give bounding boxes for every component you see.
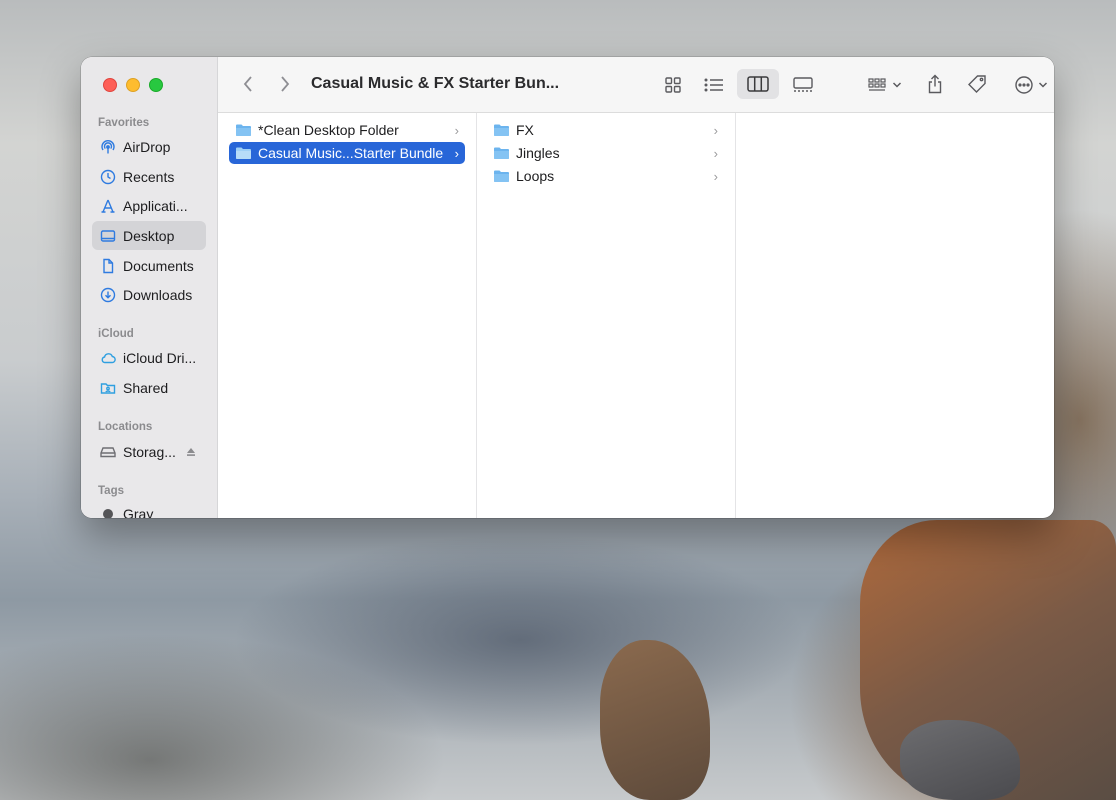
- column-browser: *Clean Desktop Folder › Casual Music...S…: [218, 113, 1054, 518]
- chevron-down-icon: [892, 82, 902, 88]
- column-2: FX › Jingles › Loops ›: [476, 113, 736, 518]
- document-icon: [103, 258, 114, 273]
- clock-icon: [100, 169, 116, 184]
- cloud-icon: [101, 352, 116, 363]
- toolbar: Casual Music & FX Starter Bun...: [218, 57, 1054, 113]
- applications-icon: [101, 199, 115, 213]
- icon-view-button[interactable]: [659, 71, 687, 99]
- tags-header: Tags: [98, 485, 124, 497]
- folder-name: Casual Music...Starter Bundle: [258, 145, 444, 161]
- gallery-icon: [793, 77, 813, 92]
- icloud-header: iCloud: [98, 328, 134, 340]
- chevron-right-icon: ›: [713, 145, 718, 161]
- locations-header: Locations: [98, 421, 153, 433]
- sidebar-item-label: Storag...: [123, 443, 176, 460]
- sidebar-item-label: Desktop: [123, 227, 175, 244]
- folder-row[interactable]: *Clean Desktop Folder ›: [229, 119, 465, 141]
- sidebar-item-applications[interactable]: Applicati...: [92, 191, 206, 220]
- sidebar-item-documents[interactable]: Documents: [92, 251, 206, 280]
- close-button[interactable]: [103, 78, 117, 92]
- folder-icon: [236, 147, 251, 159]
- shared-folder-icon: [100, 382, 116, 394]
- sidebar-item-label: AirDrop: [123, 138, 171, 155]
- tag-dot-icon: [103, 508, 113, 518]
- columns-icon: [747, 76, 769, 92]
- sidebar-item-tag-gray[interactable]: Gray: [92, 499, 206, 518]
- folder-name: FX: [516, 122, 534, 138]
- sidebar-item-shared[interactable]: Shared: [92, 373, 206, 402]
- folder-row[interactable]: Loops ›: [487, 165, 724, 187]
- sidebar-item-downloads[interactable]: Downloads: [92, 280, 206, 309]
- sidebar: Favorites AirDrop Recents Applicati... D…: [81, 57, 218, 518]
- group-by-button[interactable]: [864, 71, 906, 99]
- chevron-right-icon: [281, 76, 290, 92]
- more-icon: [1015, 76, 1033, 94]
- chevron-down-icon: [1038, 82, 1048, 88]
- share-button[interactable]: [922, 70, 948, 98]
- folder-row-selected[interactable]: Casual Music...Starter Bundle ›: [229, 142, 465, 164]
- chevron-right-icon: ›: [713, 122, 718, 138]
- folder-row[interactable]: FX ›: [487, 119, 724, 141]
- folder-icon: [236, 124, 251, 136]
- sidebar-item-label: Applicati...: [123, 197, 188, 214]
- list-view-button[interactable]: [700, 71, 728, 99]
- chevron-right-icon: ›: [713, 168, 718, 184]
- sidebar-item-storage[interactable]: Storag...: [92, 437, 206, 466]
- favorites-header: Favorites: [98, 117, 150, 129]
- chevron-right-icon: ›: [454, 122, 459, 138]
- chevron-right-icon: ›: [454, 145, 459, 161]
- sidebar-item-label: Recents: [123, 168, 175, 185]
- minimize-button[interactable]: [126, 78, 140, 92]
- folder-icon: [494, 124, 509, 136]
- gallery-view-button[interactable]: [788, 71, 818, 99]
- sidebar-item-label: Documents: [123, 257, 194, 274]
- sidebar-item-label: Downloads: [123, 286, 193, 303]
- airdrop-icon: [101, 139, 115, 153]
- folder-name: Jingles: [516, 145, 560, 161]
- sidebar-item-label: iCloud Dri...: [123, 349, 197, 366]
- folder-icon: [494, 170, 509, 182]
- desktop-icon: [100, 229, 116, 242]
- chevron-left-icon: [243, 76, 252, 92]
- disk-icon: [100, 446, 116, 457]
- column-1: *Clean Desktop Folder › Casual Music...S…: [218, 113, 477, 518]
- column-3: [735, 113, 1054, 518]
- group-icon: [868, 78, 886, 91]
- folder-row[interactable]: Jingles ›: [487, 142, 724, 164]
- share-icon: [928, 74, 942, 94]
- grid-icon: [665, 77, 681, 93]
- finder-window: Favorites AirDrop Recents Applicati... D…: [81, 57, 1054, 518]
- download-icon: [100, 287, 116, 302]
- tags-button[interactable]: [964, 70, 990, 98]
- sidebar-item-icloud-drive[interactable]: iCloud Dri...: [92, 343, 206, 372]
- folder-name: *Clean Desktop Folder: [258, 122, 399, 138]
- sidebar-item-airdrop[interactable]: AirDrop: [92, 132, 206, 161]
- sidebar-item-desktop[interactable]: Desktop: [92, 221, 206, 250]
- zoom-button[interactable]: [149, 78, 163, 92]
- back-button[interactable]: [236, 72, 260, 96]
- wallpaper-rock: [600, 640, 710, 800]
- list-icon: [704, 78, 723, 92]
- eject-icon[interactable]: [183, 447, 199, 457]
- sidebar-item-label: Gray: [123, 505, 154, 519]
- sidebar-item-recents[interactable]: Recents: [92, 162, 206, 191]
- action-menu-button[interactable]: [1009, 71, 1053, 99]
- folder-name: Loops: [516, 168, 555, 184]
- folder-icon: [494, 147, 509, 159]
- sidebar-item-label: Shared: [123, 379, 169, 396]
- column-view-button[interactable]: [737, 69, 779, 99]
- window-title: Casual Music & FX Starter Bun...: [311, 75, 560, 92]
- forward-button[interactable]: [273, 72, 297, 96]
- tag-icon: [968, 75, 986, 93]
- window-controls: [103, 78, 163, 92]
